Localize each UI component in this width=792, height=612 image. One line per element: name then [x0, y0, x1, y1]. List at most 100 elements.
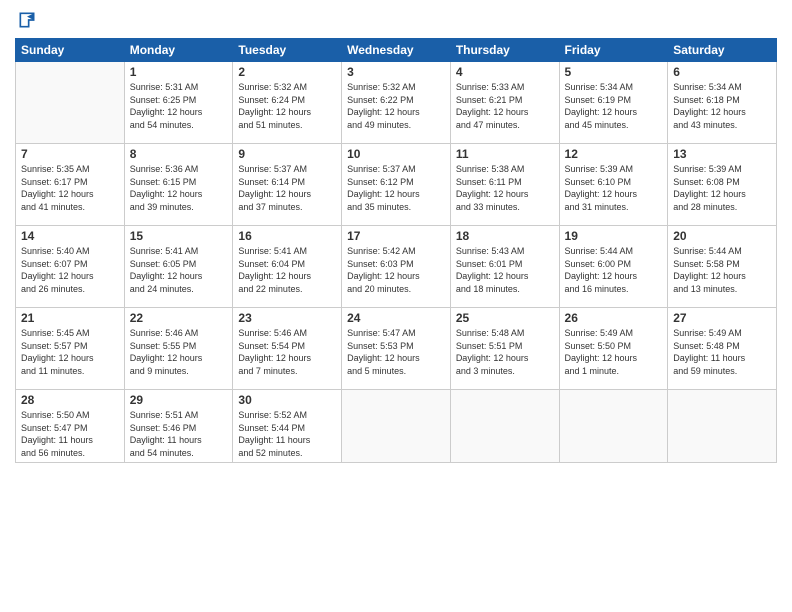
day-number: 3 [347, 65, 445, 79]
calendar-cell-3-3: 24 Sunrise: 5:47 AM Sunset: 5:53 PM Dayli… [342, 308, 451, 390]
day-number: 2 [238, 65, 336, 79]
calendar-cell-2-6: 20 Sunrise: 5:44 AM Sunset: 5:58 PM Dayli… [668, 226, 777, 308]
cell-info: Sunrise: 5:43 AM Sunset: 6:01 PM Dayligh… [456, 245, 554, 295]
calendar-cell-0-4: 4Sunrise: 5:33 AM Sunset: 6:21 PM Daylig… [450, 62, 559, 144]
calendar-cell-4-0: 28 Sunrise: 5:50 AM Sunset: 5:47 PM Dayli… [16, 390, 125, 463]
calendar-cell-3-0: 21 Sunrise: 5:45 AM Sunset: 5:57 PM Dayli… [16, 308, 125, 390]
calendar-cell-3-1: 22 Sunrise: 5:46 AM Sunset: 5:55 PM Dayli… [124, 308, 233, 390]
calendar-cell-0-6: 6Sunrise: 5:34 AM Sunset: 6:18 PM Daylig… [668, 62, 777, 144]
cell-info: Sunrise: 5:36 AM Sunset: 6:15 PM Dayligh… [130, 163, 228, 213]
calendar-cell-1-4: 11 Sunrise: 5:38 AM Sunset: 6:11 PM Dayli… [450, 144, 559, 226]
cell-info: Sunrise: 5:35 AM Sunset: 6:17 PM Dayligh… [21, 163, 119, 213]
day-number: 13 [673, 147, 771, 161]
cell-info: Sunrise: 5:41 AM Sunset: 6:05 PM Dayligh… [130, 245, 228, 295]
calendar-cell-1-5: 12 Sunrise: 5:39 AM Sunset: 6:10 PM Dayli… [559, 144, 668, 226]
cell-info: Sunrise: 5:50 AM Sunset: 5:47 PM Dayligh… [21, 409, 119, 459]
week-row-0: 1 Sunrise: 5:31 AM Sunset: 6:25 PM Daylig… [16, 62, 777, 144]
calendar-cell-1-2: 9 Sunrise: 5:37 AM Sunset: 6:14 PM Daylig… [233, 144, 342, 226]
cell-info: Sunrise: 5:31 AM Sunset: 6:25 PM Dayligh… [130, 81, 228, 131]
calendar-cell-3-5: 26 Sunrise: 5:49 AM Sunset: 5:50 PM Dayli… [559, 308, 668, 390]
day-number: 11 [456, 147, 554, 161]
day-number: 17 [347, 229, 445, 243]
calendar-cell-0-5: 5Sunrise: 5:34 AM Sunset: 6:19 PM Daylig… [559, 62, 668, 144]
day-number: 21 [21, 311, 119, 325]
day-number: 26 [565, 311, 663, 325]
cell-info: Sunrise: 5:37 AM Sunset: 6:12 PM Dayligh… [347, 163, 445, 213]
logo-arrow-icon [17, 10, 37, 30]
cell-info: Sunrise: 5:42 AM Sunset: 6:03 PM Dayligh… [347, 245, 445, 295]
calendar-cell-4-5 [559, 390, 668, 463]
day-number: 18 [456, 229, 554, 243]
day-number: 24 [347, 311, 445, 325]
weekday-header-tuesday: Tuesday [233, 39, 342, 62]
weekday-header-monday: Monday [124, 39, 233, 62]
cell-info: Sunrise: 5:47 AM Sunset: 5:53 PM Dayligh… [347, 327, 445, 377]
day-number: 20 [673, 229, 771, 243]
weekday-header-thursday: Thursday [450, 39, 559, 62]
calendar-cell-2-2: 16 Sunrise: 5:41 AM Sunset: 6:04 PM Dayli… [233, 226, 342, 308]
calendar-cell-0-2: 2 Sunrise: 5:32 AM Sunset: 6:24 PM Daylig… [233, 62, 342, 144]
calendar-cell-2-5: 19 Sunrise: 5:44 AM Sunset: 6:00 PM Dayli… [559, 226, 668, 308]
calendar-cell-3-2: 23 Sunrise: 5:46 AM Sunset: 5:54 PM Dayli… [233, 308, 342, 390]
cell-info: Sunrise: 5:32 AM Sunset: 6:22 PM Dayligh… [347, 81, 445, 131]
day-number: 7 [21, 147, 119, 161]
day-number: 8 [130, 147, 228, 161]
day-number: 12 [565, 147, 663, 161]
cell-info: Sunrise: 5:45 AM Sunset: 5:57 PM Dayligh… [21, 327, 119, 377]
cell-info: Sunrise: 5:49 AM Sunset: 5:50 PM Dayligh… [565, 327, 663, 377]
day-number: 27 [673, 311, 771, 325]
calendar-cell-4-1: 29 Sunrise: 5:51 AM Sunset: 5:46 PM Dayli… [124, 390, 233, 463]
week-row-4: 28 Sunrise: 5:50 AM Sunset: 5:47 PM Dayli… [16, 390, 777, 463]
day-number: 4 [456, 65, 554, 79]
calendar-cell-3-6: 27 Sunrise: 5:49 AM Sunset: 5:48 PM Dayli… [668, 308, 777, 390]
cell-info: Sunrise: 5:39 AM Sunset: 6:10 PM Dayligh… [565, 163, 663, 213]
calendar-cell-2-4: 18 Sunrise: 5:43 AM Sunset: 6:01 PM Dayli… [450, 226, 559, 308]
calendar-cell-4-3 [342, 390, 451, 463]
calendar-cell-0-0 [16, 62, 125, 144]
day-number: 25 [456, 311, 554, 325]
day-number: 16 [238, 229, 336, 243]
day-number: 28 [21, 393, 119, 407]
day-number: 6 [673, 65, 771, 79]
week-row-2: 14Sunrise: 5:40 AM Sunset: 6:07 PM Dayli… [16, 226, 777, 308]
calendar-table: SundayMondayTuesdayWednesdayThursdayFrid… [15, 38, 777, 463]
calendar-cell-1-1: 8 Sunrise: 5:36 AM Sunset: 6:15 PM Daylig… [124, 144, 233, 226]
day-number: 9 [238, 147, 336, 161]
calendar-cell-2-3: 17 Sunrise: 5:42 AM Sunset: 6:03 PM Dayli… [342, 226, 451, 308]
calendar-cell-4-6 [668, 390, 777, 463]
calendar-cell-1-0: 7 Sunrise: 5:35 AM Sunset: 6:17 PM Daylig… [16, 144, 125, 226]
calendar-cell-0-3: 3 Sunrise: 5:32 AM Sunset: 6:22 PM Daylig… [342, 62, 451, 144]
cell-info: Sunrise: 5:44 AM Sunset: 5:58 PM Dayligh… [673, 245, 771, 295]
cell-info: Sunrise: 5:38 AM Sunset: 6:11 PM Dayligh… [456, 163, 554, 213]
week-row-1: 7 Sunrise: 5:35 AM Sunset: 6:17 PM Daylig… [16, 144, 777, 226]
cell-info: Sunrise: 5:48 AM Sunset: 5:51 PM Dayligh… [456, 327, 554, 377]
cell-info: Sunrise: 5:52 AM Sunset: 5:44 PM Dayligh… [238, 409, 336, 459]
weekday-header-row: SundayMondayTuesdayWednesdayThursdayFrid… [16, 39, 777, 62]
weekday-header-sunday: Sunday [16, 39, 125, 62]
week-row-3: 21 Sunrise: 5:45 AM Sunset: 5:57 PM Dayli… [16, 308, 777, 390]
day-number: 22 [130, 311, 228, 325]
cell-info: Sunrise: 5:49 AM Sunset: 5:48 PM Dayligh… [673, 327, 771, 377]
cell-info: Sunrise: 5:51 AM Sunset: 5:46 PM Dayligh… [130, 409, 228, 459]
day-number: 29 [130, 393, 228, 407]
calendar-cell-0-1: 1 Sunrise: 5:31 AM Sunset: 6:25 PM Daylig… [124, 62, 233, 144]
day-number: 1 [130, 65, 228, 79]
cell-info: Sunrise: 5:46 AM Sunset: 5:54 PM Dayligh… [238, 327, 336, 377]
page: SundayMondayTuesdayWednesdayThursdayFrid… [0, 0, 792, 612]
weekday-header-friday: Friday [559, 39, 668, 62]
calendar-cell-3-4: 25 Sunrise: 5:48 AM Sunset: 5:51 PM Dayli… [450, 308, 559, 390]
calendar-cell-4-4 [450, 390, 559, 463]
calendar-cell-1-6: 13Sunrise: 5:39 AM Sunset: 6:08 PM Dayli… [668, 144, 777, 226]
day-number: 10 [347, 147, 445, 161]
calendar-cell-2-0: 14Sunrise: 5:40 AM Sunset: 6:07 PM Dayli… [16, 226, 125, 308]
cell-info: Sunrise: 5:34 AM Sunset: 6:19 PM Dayligh… [565, 81, 663, 131]
cell-info: Sunrise: 5:37 AM Sunset: 6:14 PM Dayligh… [238, 163, 336, 213]
cell-info: Sunrise: 5:46 AM Sunset: 5:55 PM Dayligh… [130, 327, 228, 377]
day-number: 23 [238, 311, 336, 325]
calendar-cell-1-3: 10 Sunrise: 5:37 AM Sunset: 6:12 PM Dayli… [342, 144, 451, 226]
cell-info: Sunrise: 5:44 AM Sunset: 6:00 PM Dayligh… [565, 245, 663, 295]
cell-info: Sunrise: 5:32 AM Sunset: 6:24 PM Dayligh… [238, 81, 336, 131]
cell-info: Sunrise: 5:41 AM Sunset: 6:04 PM Dayligh… [238, 245, 336, 295]
weekday-header-wednesday: Wednesday [342, 39, 451, 62]
day-number: 19 [565, 229, 663, 243]
